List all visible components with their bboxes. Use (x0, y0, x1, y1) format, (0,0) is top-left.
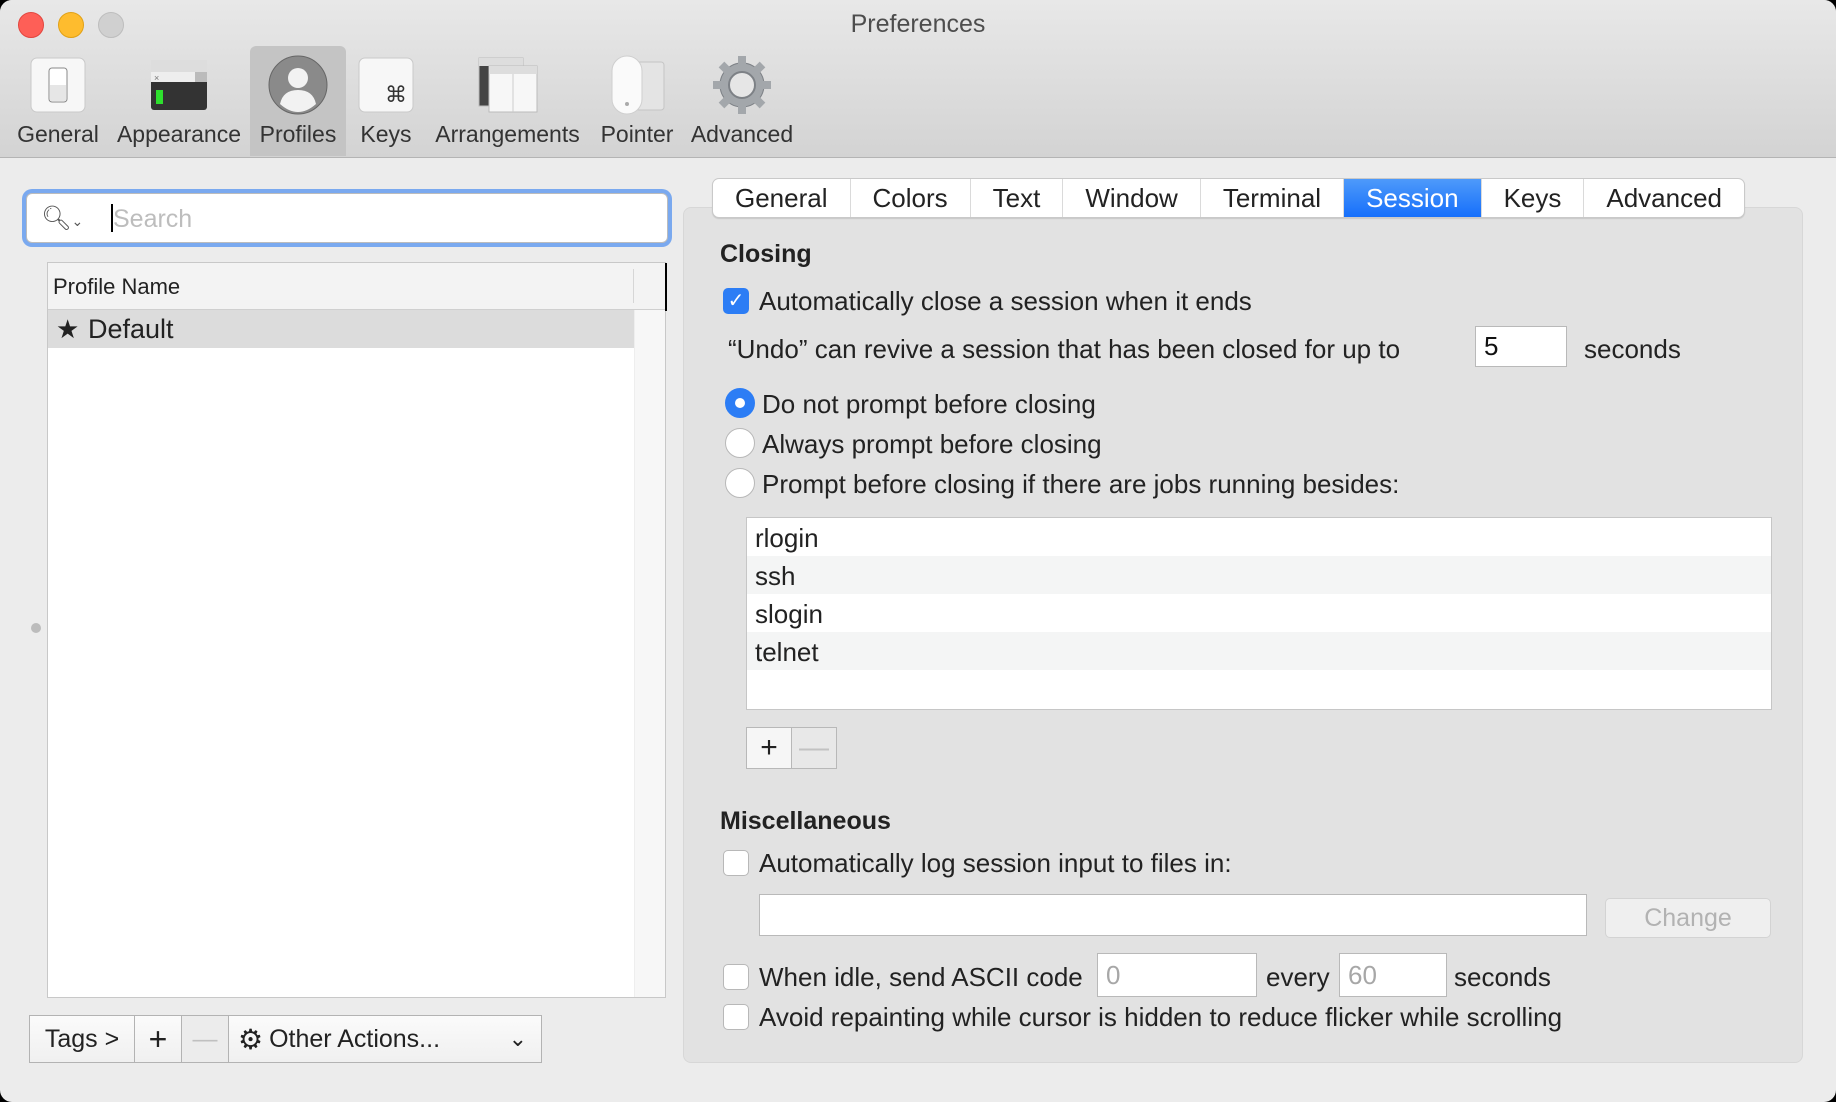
job-item[interactable]: telnet (747, 632, 1771, 670)
svg-text:×: × (154, 73, 159, 83)
preferences-window: Preferences General × Appearance Profile… (0, 0, 1836, 1102)
profile-row-default[interactable]: ★ Default (48, 310, 635, 348)
toolbar-pointer[interactable]: Pointer (594, 46, 680, 156)
log-session-checkbox[interactable] (723, 850, 749, 876)
radio-prompt-if-jobs[interactable] (725, 468, 755, 498)
svg-text:⌘: ⌘ (385, 82, 407, 107)
avoid-repaint-label: Avoid repainting while cursor is hidden … (759, 1002, 1563, 1032)
toolbar-general[interactable]: General (12, 46, 104, 156)
tab-keys[interactable]: Keys (1482, 179, 1585, 217)
toolbar-profiles[interactable]: Profiles (250, 46, 346, 156)
appearance-terminal-icon: × (151, 60, 207, 110)
window-title: Preferences (850, 10, 986, 38)
header-edge (665, 263, 667, 311)
idle-seconds-suffix: seconds (1454, 962, 1551, 992)
radio-do-not-prompt[interactable] (725, 388, 755, 418)
profiles-user-icon (268, 55, 328, 115)
toolbar-label: Profiles (259, 121, 337, 147)
misc-section-title: Miscellaneous (720, 807, 891, 835)
auto-close-checkbox[interactable]: ✓ (723, 288, 749, 314)
search-icon[interactable]: 🔍︎⌄ (41, 204, 83, 233)
radio-always-prompt-label: Always prompt before closing (762, 429, 1102, 459)
profile-table-scrollbar[interactable] (634, 310, 665, 997)
split-view-handle[interactable] (31, 623, 41, 633)
tab-window[interactable]: Window (1063, 179, 1201, 217)
toolbar-keys[interactable]: ⌘ Keys (350, 46, 422, 156)
job-item[interactable]: rlogin (747, 518, 1771, 556)
idle-interval-field[interactable] (1339, 953, 1447, 997)
toolbar-label: Appearance (116, 121, 242, 147)
job-name: telnet (755, 637, 819, 667)
job-name: rlogin (755, 523, 819, 553)
title-bar: Preferences General × Appearance Profile… (0, 0, 1836, 158)
radio-prompt-if-jobs-label: Prompt before closing if there are jobs … (762, 469, 1400, 499)
idle-ascii-code-field[interactable] (1097, 953, 1257, 997)
profile-name-column-header[interactable]: Profile Name (48, 263, 667, 311)
profile-name: Default (88, 314, 174, 344)
tab-text[interactable]: Text (971, 179, 1064, 217)
undo-label: “Undo” can revive a session that has bee… (728, 334, 1401, 364)
tab-session[interactable]: Session (1344, 179, 1482, 217)
job-item[interactable]: ssh (747, 556, 1771, 594)
add-profile-button[interactable]: + (134, 1015, 182, 1063)
toolbar-label: General (17, 121, 99, 147)
profile-tabs: General Colors Text Window Terminal Sess… (712, 178, 1746, 218)
auto-close-label: Automatically close a session when it en… (759, 286, 1252, 316)
toolbar-appearance[interactable]: × Appearance (112, 46, 246, 156)
other-actions-label: Other Actions... (269, 1024, 441, 1053)
undo-seconds-suffix: seconds (1584, 334, 1681, 364)
radio-do-not-prompt-label: Do not prompt before closing (762, 389, 1096, 419)
pointer-mouse-icon (611, 55, 665, 115)
tags-button[interactable]: Tags > (29, 1015, 135, 1063)
remove-profile-button[interactable]: — (181, 1015, 229, 1063)
idle-ascii-label: When idle, send ASCII code (759, 962, 1083, 992)
undo-seconds-field[interactable] (1475, 326, 1567, 367)
chevron-down-icon: ⌄ (508, 1026, 527, 1051)
profile-search-field[interactable]: 🔍︎⌄ (26, 193, 675, 244)
jobs-add-remove: + — (746, 727, 837, 769)
other-actions-popup[interactable]: ⚙ Other Actions... ⌄ (228, 1015, 542, 1063)
job-name: slogin (755, 599, 823, 629)
toolbar-advanced[interactable]: Advanced (688, 46, 796, 156)
toolbar-arrangements[interactable]: Arrangements (430, 46, 585, 156)
idle-every-label: every (1266, 962, 1330, 992)
profile-actions-bar: Tags > + — ⚙ Other Actions... ⌄ (29, 1015, 542, 1063)
column-header-label: Profile Name (53, 274, 181, 299)
toolbar-label: Arrangements (435, 121, 580, 147)
arrangements-windows-icon (478, 57, 537, 113)
closing-section-title: Closing (720, 240, 812, 268)
jobs-list: rlogin ssh slogin telnet (746, 517, 1772, 710)
advanced-gear-icon (713, 56, 771, 114)
profile-table: Profile Name ★ Default (47, 262, 667, 998)
tab-colors[interactable]: Colors (851, 179, 971, 217)
column-separator (633, 269, 634, 303)
tab-advanced[interactable]: Advanced (1584, 179, 1744, 217)
tab-terminal[interactable]: Terminal (1201, 179, 1345, 217)
job-name: ssh (755, 561, 796, 591)
keys-command-icon: ⌘ (358, 57, 414, 113)
tab-general[interactable]: General (713, 179, 851, 217)
search-input[interactable] (111, 194, 675, 244)
general-switch-icon (30, 57, 86, 113)
change-directory-button[interactable]: Change (1605, 898, 1771, 938)
avoid-repaint-checkbox[interactable] (723, 1004, 749, 1030)
idle-ascii-checkbox[interactable] (723, 964, 749, 990)
log-directory-field[interactable] (759, 894, 1587, 936)
toolbar-label: Keys (360, 121, 412, 147)
job-item[interactable]: slogin (747, 594, 1771, 632)
add-job-button[interactable]: + (746, 727, 792, 769)
toolbar-label: Pointer (600, 121, 674, 147)
toolbar-label: Advanced (690, 121, 794, 147)
default-star-icon: ★ (56, 314, 80, 344)
log-session-label: Automatically log session input to files… (759, 848, 1232, 878)
radio-always-prompt[interactable] (725, 428, 755, 458)
gear-icon: ⚙ (238, 1023, 264, 1055)
remove-job-button[interactable]: — (791, 727, 837, 769)
